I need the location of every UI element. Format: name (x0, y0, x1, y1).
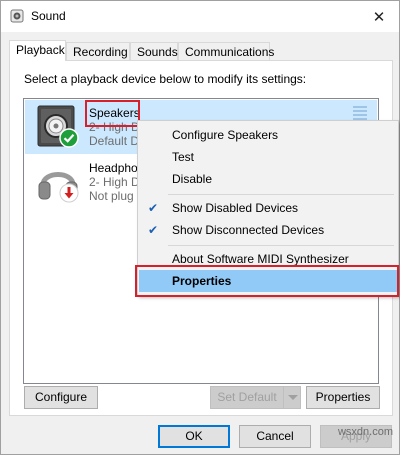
sound-dialog: Sound ✕ Playback Recording Sounds Commun… (0, 0, 400, 455)
menu-item-disable[interactable]: Disable (139, 168, 397, 190)
device-name: Headpho (89, 161, 138, 175)
title-bar[interactable]: Sound ✕ (1, 1, 399, 32)
window-title: Sound (31, 9, 66, 23)
watermark: wsxdn.com (337, 426, 393, 438)
properties-highlight-box (135, 265, 399, 297)
tab-communications[interactable]: Communications (178, 42, 274, 60)
device-description: 2- High D (89, 175, 140, 189)
tab-sounds[interactable]: Sounds (130, 42, 178, 60)
speakers-highlight-box (85, 100, 140, 127)
ok-button[interactable]: OK (158, 425, 230, 448)
device-status: Default D (89, 134, 140, 148)
checkmark-icon: ✔ (148, 223, 159, 237)
menu-item-configure-speakers[interactable]: Configure Speakers (139, 124, 397, 146)
set-default-button[interactable]: Set Default (210, 386, 284, 409)
configure-button[interactable]: Configure (24, 386, 98, 409)
tab-recording[interactable]: Recording (66, 42, 130, 60)
device-status: Not plug (89, 189, 134, 203)
sound-app-icon (10, 9, 24, 23)
cancel-button[interactable]: Cancel (239, 425, 311, 448)
menu-item-show-disconnected[interactable]: ✔ Show Disconnected Devices (139, 219, 397, 241)
menu-separator (168, 194, 394, 195)
tab-playback[interactable]: Playback (9, 40, 66, 61)
red-down-arrow-icon (59, 183, 79, 203)
set-default-dropdown-icon[interactable] (283, 386, 301, 409)
menu-separator (168, 245, 394, 246)
green-check-icon (59, 128, 79, 148)
close-icon: ✕ (372, 8, 386, 26)
properties-button[interactable]: Properties (306, 386, 380, 409)
checkmark-icon: ✔ (148, 201, 159, 215)
close-button[interactable]: ✕ (359, 1, 399, 32)
device-headphones-text: Headpho 2- High D Not plug (89, 161, 140, 203)
menu-item-test[interactable]: Test (139, 146, 397, 168)
instruction-text: Select a playback device below to modify… (24, 72, 307, 86)
menu-item-show-disabled[interactable]: ✔ Show Disabled Devices (139, 197, 397, 219)
